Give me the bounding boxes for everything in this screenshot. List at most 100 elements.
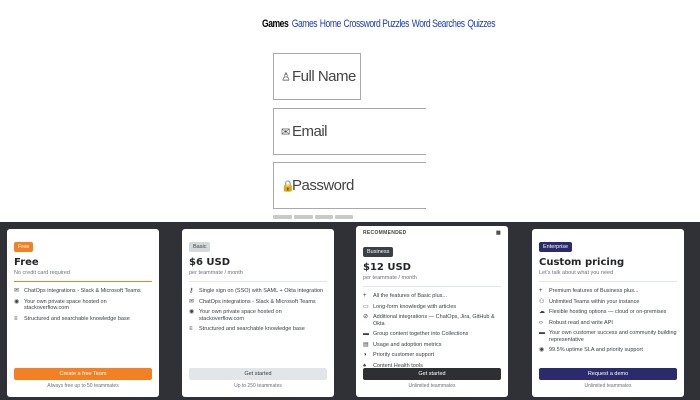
- password-field[interactable]: 🔒: [273, 162, 426, 209]
- feature-text: Single sign on (SSO) with SAML + Okta in…: [199, 288, 324, 294]
- code-icon: ‹›: [539, 319, 543, 326]
- plus-icon: +: [539, 288, 543, 294]
- chat-icon: ✉: [189, 298, 195, 305]
- feature-text: Your own private space hosted on stackov…: [199, 309, 282, 322]
- feature-text: Usage and adoption metrics: [373, 341, 442, 348]
- plan-subtitle: Let's talk about what you need: [539, 270, 614, 276]
- feature-text: ChatOps integrations - Slack & Microsoft…: [24, 288, 141, 294]
- eye-icon: ◉: [189, 309, 195, 315]
- plan-note: Always free up to 50 teammates: [47, 383, 119, 389]
- cloud-icon: ☁: [539, 309, 545, 315]
- user-icon: ♙: [281, 71, 291, 83]
- feature-text: 99.5% uptime SLA and priority support: [549, 347, 643, 353]
- feature-item: ✉ ChatOps integrations - Slack & Microsof…: [14, 288, 152, 295]
- plan-tag: Free: [14, 242, 34, 252]
- feature-item: ‹› Robust read and write API: [539, 320, 677, 327]
- nav-link-home[interactable]: Home: [320, 18, 341, 30]
- request-demo-button[interactable]: Request a demo: [539, 368, 677, 380]
- feature-text: Flexible hosting options — cloud or on-p…: [549, 309, 667, 315]
- email-input[interactable]: [292, 109, 412, 154]
- feature-text: Your own customer success and community …: [549, 330, 677, 343]
- carousel-dot[interactable]: [335, 215, 353, 219]
- plan-card-enterprise: Enterprise Custom pricing Let's talk abo…: [532, 229, 684, 397]
- feature-item: ⊘ Additional integrations — ChatOps, Jira…: [363, 314, 501, 327]
- feature-item: ◉ Your own private space hosted on stacko…: [14, 299, 152, 312]
- nav-brand[interactable]: Games: [262, 18, 289, 30]
- nav-link-quizzes[interactable]: Quizzes: [467, 18, 495, 30]
- feature-item: ◉ 99.5% uptime SLA and priority support: [539, 347, 677, 354]
- recommended-strip: RECOMMENDED ▩: [363, 230, 501, 236]
- password-input[interactable]: [292, 163, 412, 208]
- plan-title: Custom pricing: [539, 257, 625, 268]
- feature-text: Priority customer support: [373, 352, 435, 358]
- feature-text: All the features of Basic plus...: [373, 293, 447, 299]
- feature-text: Premium features of Business plus...: [549, 288, 639, 294]
- divider: [14, 281, 152, 282]
- book-icon: ▭: [363, 303, 369, 310]
- feature-item: + All the features of Basic plus...: [363, 293, 501, 300]
- nav-link-word-searches[interactable]: Word Searches: [412, 18, 465, 30]
- feature-item: + Premium features of Business plus...: [539, 288, 677, 295]
- carousel-dot[interactable]: [273, 215, 292, 219]
- link-icon: ⊘: [363, 314, 369, 320]
- chart-icon: ▤: [363, 341, 369, 348]
- nav-link-games[interactable]: Games: [292, 18, 318, 30]
- nav-link-crossword-puzzles[interactable]: Crossword Puzzles: [344, 18, 410, 30]
- plan-note: Unlimited teammates: [408, 383, 456, 389]
- plan-title: $12 USD: [363, 262, 411, 273]
- feature-text: Long-form knowledge with articles: [373, 303, 457, 310]
- feature-item: ▤ Usage and adoption metrics: [363, 342, 501, 349]
- feature-text: Robust read and write API: [549, 319, 613, 326]
- feature-text: Additional integrations — ChatOps, Jira,…: [373, 314, 495, 327]
- feature-item: ◉ Your own private space hosted on stacko…: [189, 309, 327, 322]
- feature-text: Group content together into Collections: [373, 331, 469, 337]
- key-icon: ⚷: [189, 288, 194, 294]
- plus-icon: +: [363, 293, 367, 299]
- feature-text: ChatOps integrations - Slack & Microsoft…: [199, 298, 316, 305]
- create-free-team-button[interactable]: Create a free Team: [14, 368, 152, 380]
- support-icon: ◑: [363, 352, 367, 358]
- plan-tag: Enterprise: [539, 242, 573, 252]
- plan-subtitle: No credit card required: [14, 270, 70, 276]
- feature-item: ◑ Priority customer support: [363, 352, 501, 359]
- eye-icon: ◉: [14, 298, 20, 305]
- plan-note: Up to 250 teammates: [234, 383, 282, 389]
- get-started-button[interactable]: Get started: [363, 368, 501, 380]
- envelope-icon: ✉: [281, 126, 291, 138]
- feature-item: ≡ Structured and searchable knowledge bas…: [189, 326, 327, 333]
- rep-icon: ▬: [539, 330, 545, 336]
- email-field[interactable]: ✉: [273, 108, 426, 155]
- carousel-dot[interactable]: [294, 215, 313, 219]
- plan-subtitle: per teammate / month: [363, 275, 417, 281]
- carousel-dot[interactable]: [315, 215, 333, 219]
- plan-title: Free: [14, 257, 39, 268]
- top-nav: Games Games Home Crossword Puzzles Word …: [262, 18, 496, 32]
- feature-text: Your own private space hosted on stackov…: [24, 298, 107, 312]
- plan-card-business: RECOMMENDED ▩ Business $12 USD per teamm…: [356, 226, 508, 397]
- plan-subtitle: per teammate / month: [189, 270, 243, 276]
- feature-item: ⚇ Unlimited Teams within your instance: [539, 299, 677, 306]
- feature-text: Structured and searchable knowledge base: [199, 326, 305, 332]
- plan-title: $6 USD: [189, 257, 231, 268]
- building-icon: ▩: [495, 230, 501, 236]
- plan-card-basic: Basic $6 USD per teammate / month ⚷ Singl…: [182, 229, 334, 397]
- full-name-field[interactable]: ♙: [273, 53, 361, 100]
- feature-item: ⚷ Single sign on (SSO) with SAML + Okta i…: [189, 288, 327, 295]
- full-name-input[interactable]: [292, 54, 360, 99]
- get-started-button[interactable]: Get started: [189, 368, 327, 380]
- feature-item: ▬ Group content together into Collections: [363, 331, 501, 338]
- list-icon: ≡: [189, 326, 193, 332]
- chat-icon: ✉: [14, 288, 20, 294]
- feature-item: ▬ Your own customer success and community…: [539, 330, 677, 343]
- plan-card-free: Free Free No credit card required ✉ ChatO…: [7, 229, 159, 397]
- users-icon: ⚇: [539, 298, 545, 305]
- recommended-label: RECOMMENDED: [363, 230, 407, 236]
- list-icon: ≡: [14, 315, 18, 322]
- feature-list: ✉ ChatOps integrations - Slack & Microsof…: [14, 288, 152, 322]
- divider: [189, 281, 327, 282]
- uptime-icon: ◉: [539, 347, 545, 353]
- feature-list: + All the features of Basic plus... ▭ Long-…: [363, 293, 501, 369]
- feature-item: ✉ ChatOps integrations - Slack & Microsof…: [189, 299, 327, 306]
- plan-tag: Business: [363, 247, 394, 257]
- divider: [363, 286, 501, 287]
